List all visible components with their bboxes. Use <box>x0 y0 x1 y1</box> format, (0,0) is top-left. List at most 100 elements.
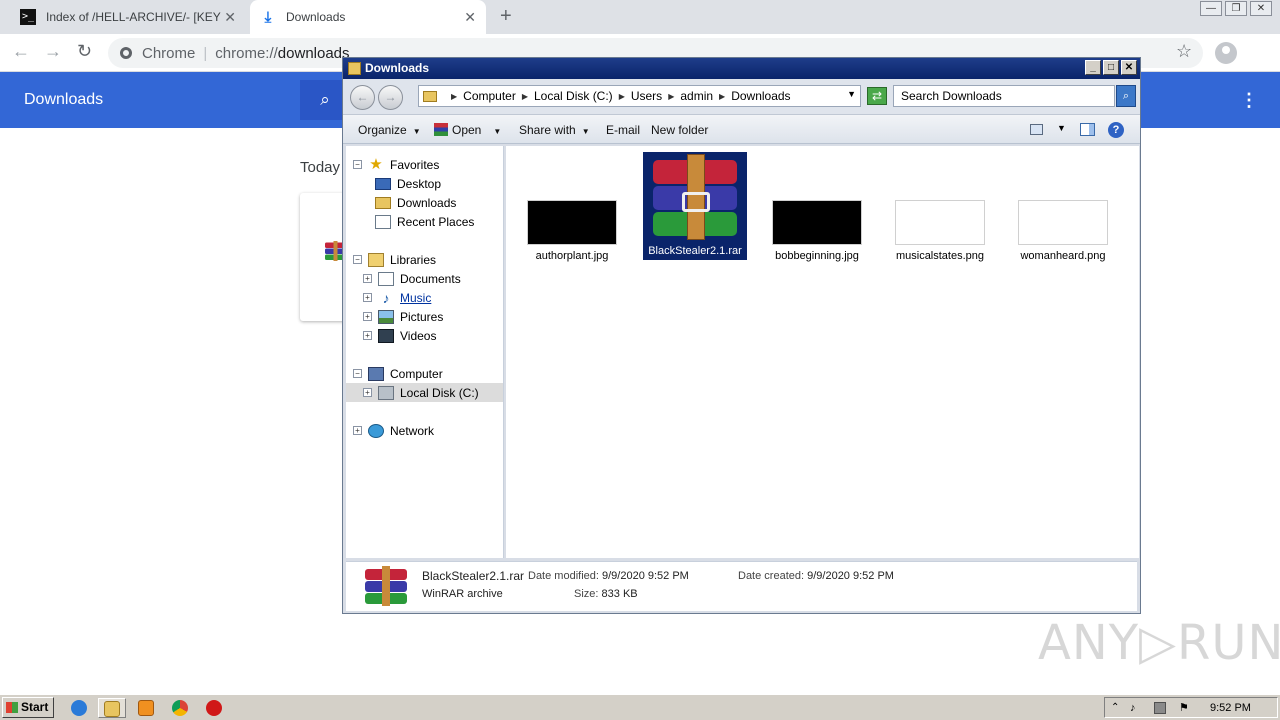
expand-icon[interactable]: + <box>353 426 362 435</box>
new-tab-button[interactable]: + <box>500 5 512 28</box>
action-center-flag-icon[interactable]: ⚑ <box>1179 702 1191 714</box>
image-thumbnail <box>895 200 985 245</box>
crumb-downloads[interactable]: Downloads <box>731 89 790 103</box>
nav-downloads[interactable]: Downloads <box>375 193 456 212</box>
tab-strip: >_ Index of /HELL-ARCHIVE/- [KEYLOGGERS]… <box>0 0 1280 34</box>
crumb-arrow-icon[interactable]: ▶ <box>668 92 674 101</box>
volume-icon[interactable]: ♪ <box>1130 702 1142 714</box>
collapse-icon[interactable]: − <box>353 255 362 264</box>
tray-expand-icon[interactable]: ⌃ <box>1111 702 1123 714</box>
chevron-down-icon: ▼ <box>412 127 421 136</box>
taskbar-stop[interactable] <box>200 698 228 718</box>
crumb-computer[interactable]: Computer <box>463 89 516 103</box>
view-icon[interactable] <box>1030 124 1043 135</box>
file-musicalstates[interactable]: musicalstates.png <box>888 152 992 262</box>
new-folder-button[interactable]: New folder <box>651 123 708 137</box>
nav-libraries[interactable]: − Libraries <box>353 250 436 269</box>
help-icon[interactable]: ? <box>1108 122 1124 138</box>
crumb-arrow-icon[interactable]: ▶ <box>522 92 528 101</box>
share-with-button[interactable]: Share with ▼ <box>519 123 590 137</box>
close-icon[interactable]: ✕ <box>464 9 476 26</box>
organize-button[interactable]: Organize ▼ <box>358 123 421 137</box>
collapse-icon[interactable]: − <box>353 369 362 378</box>
crumb-arrow-icon[interactable]: ▶ <box>719 92 725 101</box>
computer-icon <box>368 366 384 381</box>
crumb-arrow-icon[interactable]: ▶ <box>619 92 625 101</box>
tab-title: Index of /HELL-ARCHIVE/- [KEYLOGGERS] <box>46 10 221 24</box>
documents-icon <box>378 271 394 286</box>
network-tray-icon[interactable] <box>1154 702 1166 714</box>
tab-hell-archive[interactable]: >_ Index of /HELL-ARCHIVE/- [KEYLOGGERS]… <box>10 0 246 34</box>
file-authorplant[interactable]: authorplant.jpg <box>520 152 624 262</box>
tab-title: Downloads <box>286 10 346 24</box>
search-icon[interactable]: ⌕ <box>1116 85 1136 107</box>
details-size: Size: 833 KB <box>574 588 638 600</box>
nav-computer[interactable]: − Computer <box>353 364 443 383</box>
close-icon[interactable]: ✕ <box>224 9 236 26</box>
back-button[interactable]: ← <box>350 85 375 110</box>
taskbar-media-player[interactable] <box>132 698 160 718</box>
email-button[interactable]: E-mail <box>606 123 640 137</box>
minimize-button[interactable]: — <box>1200 1 1222 16</box>
reload-icon[interactable]: ↻ <box>77 41 92 62</box>
expand-icon[interactable]: + <box>363 293 372 302</box>
minimize-button[interactable]: _ <box>1085 60 1101 75</box>
chevron-down-icon[interactable]: ▼ <box>847 89 856 99</box>
navigation-pane: − ★ Favorites Desktop Downloads Recent Pla… <box>346 146 504 558</box>
expand-icon[interactable]: + <box>363 331 372 340</box>
tab-downloads[interactable]: ⤓ Downloads ✕ <box>250 0 486 34</box>
maximize-button[interactable]: □ <box>1103 60 1119 75</box>
chevron-down-icon: ▼ <box>493 127 502 136</box>
windows-logo-icon <box>6 702 18 713</box>
bookmark-star-icon[interactable]: ☆ <box>1176 41 1192 62</box>
more-options-icon[interactable]: ⋮ <box>1240 90 1258 111</box>
taskbar-explorer[interactable] <box>98 698 126 718</box>
collapse-icon[interactable]: − <box>353 160 362 169</box>
forward-button[interactable]: → <box>378 85 403 110</box>
nav-documents[interactable]: + Documents <box>363 269 461 288</box>
taskbar-chrome[interactable] <box>166 698 194 718</box>
taskbar-ie[interactable] <box>65 698 93 718</box>
nav-favorites[interactable]: − ★ Favorites <box>353 155 439 174</box>
folder-icon <box>348 62 361 75</box>
expand-icon[interactable]: + <box>363 312 372 321</box>
restore-button[interactable]: ❐ <box>1225 1 1247 16</box>
crumb-arrow-icon[interactable]: ▶ <box>451 92 457 101</box>
start-button[interactable]: Start <box>2 697 54 718</box>
crumb-local-disk[interactable]: Local Disk (C:) <box>534 89 613 103</box>
file-womanheard[interactable]: womanheard.png <box>1011 152 1115 262</box>
refresh-icon[interactable]: ⇄ <box>867 87 887 105</box>
nav-label: Desktop <box>397 176 442 191</box>
nav-local-disk[interactable]: + Local Disk (C:) <box>346 383 503 402</box>
close-button[interactable]: ✕ <box>1250 1 1272 16</box>
back-arrow-icon[interactable]: ← <box>12 41 30 62</box>
preview-pane-icon[interactable] <box>1080 123 1095 136</box>
window-title-bar[interactable]: Downloads _ □ ✕ <box>343 58 1140 79</box>
page-title: Downloads <box>24 91 104 108</box>
winrar-icon <box>363 566 409 606</box>
forward-arrow-icon[interactable]: → <box>44 41 62 62</box>
nav-desktop[interactable]: Desktop <box>375 174 441 193</box>
profile-avatar[interactable] <box>1215 42 1237 64</box>
pictures-icon <box>378 309 394 324</box>
close-button[interactable]: ✕ <box>1121 60 1137 75</box>
search-input[interactable]: Search Downloads <box>893 85 1115 107</box>
expand-icon[interactable]: + <box>363 274 372 283</box>
crumb-users[interactable]: Users <box>631 89 662 103</box>
nav-pictures[interactable]: + Pictures <box>363 307 443 326</box>
nav-videos[interactable]: + Videos <box>363 326 436 345</box>
open-button[interactable]: Open ▼ <box>434 123 501 137</box>
nav-music[interactable]: + ♪ Music <box>363 288 431 307</box>
system-tray: ⌃ ♪ ⚑ 9:52 PM <box>1104 697 1278 718</box>
file-blackstealer[interactable]: BlackStealer2.1.rar <box>643 152 747 260</box>
nav-recent-places[interactable]: Recent Places <box>375 212 474 231</box>
chevron-down-icon[interactable]: ▼ <box>1057 123 1066 133</box>
nav-network[interactable]: + Network <box>353 421 434 440</box>
breadcrumb[interactable]: ▶ Computer ▶ Local Disk (C:) ▶ Users ▶ a… <box>418 85 861 107</box>
winrar-icon <box>649 154 741 240</box>
file-bobbeginning[interactable]: bobbeginning.jpg <box>765 152 869 262</box>
media-player-icon <box>138 700 154 716</box>
expand-icon[interactable]: + <box>363 388 372 397</box>
clock[interactable]: 9:52 PM <box>1210 702 1251 714</box>
crumb-admin[interactable]: admin <box>680 89 713 103</box>
